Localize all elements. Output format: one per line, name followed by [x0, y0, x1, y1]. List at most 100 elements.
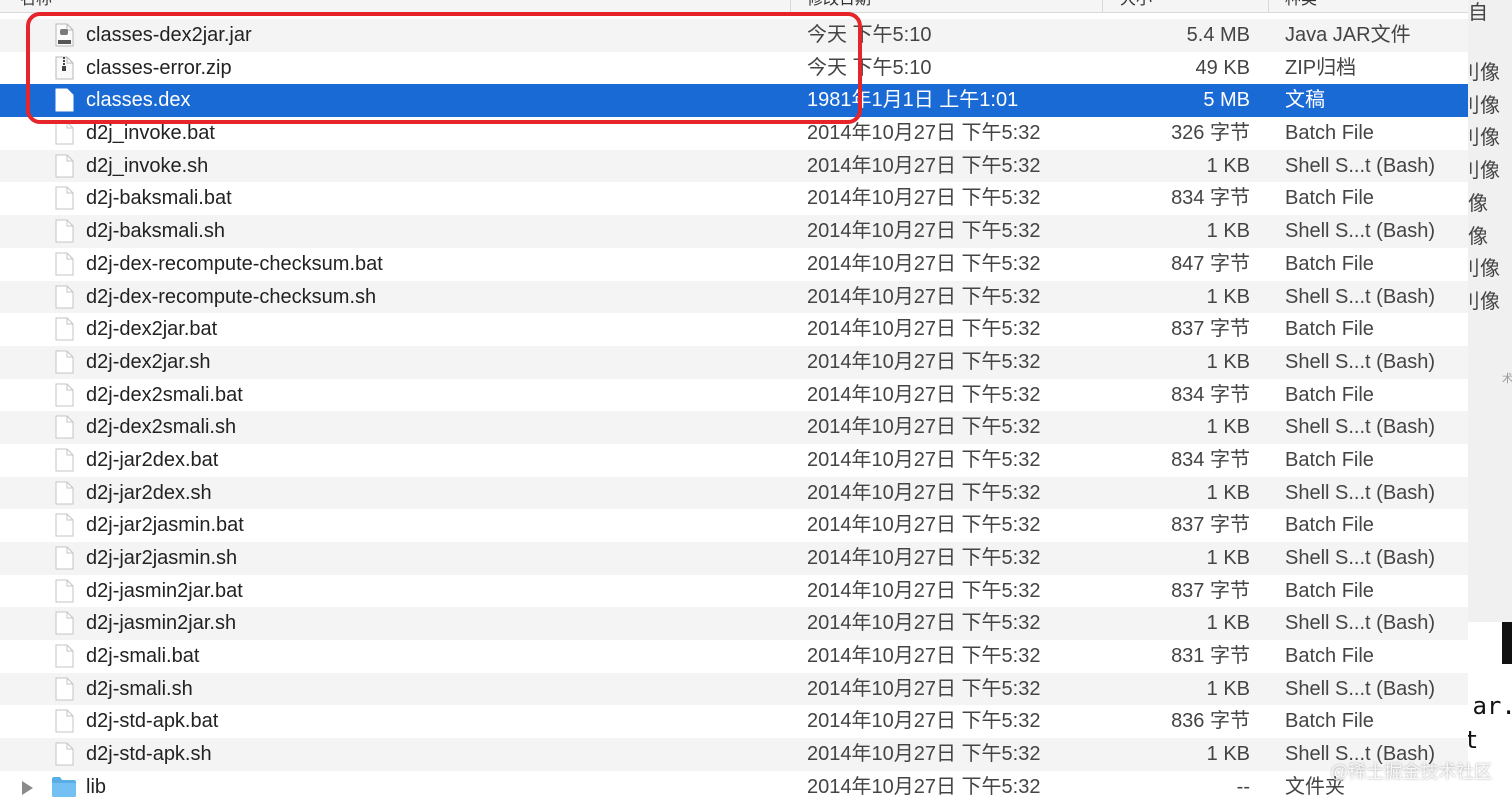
file-name: d2j_invoke.sh	[86, 154, 209, 177]
document-icon	[55, 350, 74, 374]
file-kind: Batch File	[1285, 710, 1374, 733]
file-size: 837 字节	[1171, 514, 1250, 537]
file-row[interactable]: d2j-dex2smali.bat 2014年10月27日 下午5:32 834 字…	[0, 378, 1468, 412]
file-date-modified: 2014年10月27日 下午5:32	[807, 547, 1041, 569]
file-row[interactable]: d2j_invoke.sh 2014年10月27日 下午5:32 1 KB Shell…	[0, 149, 1468, 183]
document-icon	[55, 383, 74, 407]
file-date-modified: 2014年10月27日 下午5:32	[807, 154, 1041, 177]
file-name: d2j-baksmali.sh	[86, 220, 225, 243]
file-row[interactable]: d2j-jar2jasmin.bat 2014年10月27日 下午5:32 837 …	[0, 509, 1468, 542]
file-date-modified: 2014年10月27日 下午5:32	[807, 187, 1041, 210]
file-name: classes-dex2jar.jar	[86, 24, 252, 46]
file-name: d2j_invoke.bat	[86, 122, 215, 145]
document-icon	[55, 154, 74, 178]
screen: 名称 修改日期 大小 种类 classes-dex2jar.jar 今天 下午5:…	[0, 0, 1512, 803]
file-size: 836 字节	[1171, 710, 1250, 733]
file-row[interactable]: d2j-smali.bat 2014年10月27日 下午5:32 831 字节 Bat…	[0, 640, 1468, 673]
document-icon	[55, 709, 74, 733]
file-row[interactable]: d2j-dex-recompute-checksum.sh 2014年10月27日…	[0, 280, 1468, 314]
file-row[interactable]: d2j-jasmin2jar.bat 2014年10月27日 下午5:32 837 …	[0, 574, 1468, 608]
file-kind: Shell S...t (Bash)	[1285, 350, 1436, 373]
file-name: d2j-jar2dex.sh	[86, 481, 212, 504]
file-date-modified: 2014年10月27日 下午5:32	[807, 285, 1041, 308]
file-kind: Batch File	[1285, 187, 1374, 210]
file-kind: 文稿	[1285, 89, 1325, 112]
file-size: 1 KB	[1206, 481, 1250, 504]
document-icon	[55, 513, 74, 537]
file-row[interactable]: d2j-baksmali.sh 2014年10月27日 下午5:32 1 KB She…	[0, 215, 1468, 248]
document-icon	[55, 481, 74, 505]
column-header-kind[interactable]: 种类	[1285, 0, 1455, 12]
file-name: d2j-jar2jasmin.sh	[86, 547, 238, 569]
disclosure-triangle-icon[interactable]	[22, 780, 33, 795]
file-row[interactable]: d2j-baksmali.bat 2014年10月27日 下午5:32 834 字节…	[0, 182, 1468, 216]
file-row[interactable]: d2j-std-apk.sh 2014年10月27日 下午5:32 1 KB Shel…	[0, 738, 1468, 771]
file-size: 49 KB	[1195, 56, 1250, 79]
file-name: d2j-dex2smali.bat	[86, 383, 243, 406]
file-name: d2j-jasmin2jar.bat	[86, 579, 243, 602]
file-name: d2j-baksmali.bat	[86, 187, 232, 210]
background-text: 像	[1468, 192, 1488, 215]
file-row[interactable]: d2j_invoke.bat 2014年10月27日 下午5:32 326 字节 Ba…	[0, 117, 1468, 150]
background-text: 刂像	[1468, 290, 1500, 313]
file-row[interactable]: d2j-jasmin2jar.sh 2014年10月27日 下午5:32 1 KB S…	[0, 607, 1468, 641]
terminal-text-line: jar.s	[1468, 692, 1512, 720]
file-row[interactable]: classes.dex 1981年1月1日 上午1:01 5 MB 文稿	[0, 84, 1468, 118]
column-header-size[interactable]: 大小	[1120, 0, 1260, 12]
file-row[interactable]: classes-error.zip 今天 下午5:10 49 KB ZIP归档	[0, 51, 1468, 85]
document-icon	[55, 579, 74, 603]
background-text: 刂像	[1468, 258, 1500, 281]
file-row[interactable]: d2j-jar2dex.sh 2014年10月27日 下午5:32 1 KB Shel…	[0, 476, 1468, 510]
terminal-titlebar	[1502, 622, 1512, 664]
file-size: 1 KB	[1206, 612, 1250, 635]
background-text: 自	[1468, 2, 1488, 24]
file-kind: Shell S...t (Bash)	[1285, 547, 1436, 569]
file-name: d2j-dex2smali.sh	[86, 416, 237, 439]
document-icon	[55, 611, 74, 635]
file-size: 1 KB	[1206, 154, 1250, 177]
file-kind: Batch File	[1285, 645, 1374, 668]
file-name: lib	[86, 775, 107, 798]
document-icon	[55, 415, 74, 439]
file-name: d2j-dex-recompute-checksum.bat	[86, 252, 383, 275]
file-kind: Shell S...t (Bash)	[1285, 285, 1436, 308]
column-header-date[interactable]: 修改日期	[807, 0, 1087, 12]
file-row[interactable]: d2j-dex2jar.bat 2014年10月27日 下午5:32 837 字节 B…	[0, 313, 1468, 346]
file-row[interactable]: d2j-dex-recompute-checksum.bat 2014年10月27…	[0, 247, 1468, 281]
file-size: --	[1236, 775, 1250, 798]
column-divider[interactable]	[1102, 0, 1103, 12]
file-row[interactable]: classes-dex2jar.jar 今天 下午5:10 5.4 MB Java J…	[0, 19, 1468, 52]
file-row[interactable]: d2j-smali.sh 2014年10月27日 下午5:32 1 KB Shell …	[0, 672, 1468, 706]
file-date-modified: 2014年10月27日 下午5:32	[807, 579, 1041, 602]
file-row[interactable]: d2j-dex2jar.sh 2014年10月27日 下午5:32 1 KB Shel…	[0, 345, 1468, 379]
file-kind: Shell S...t (Bash)	[1285, 677, 1436, 700]
file-date-modified: 2014年10月27日 下午5:32	[807, 677, 1041, 700]
file-row[interactable]: lib 2014年10月27日 下午5:32 -- 文件夹	[0, 770, 1468, 803]
file-row[interactable]: d2j-dex2smali.sh 2014年10月27日 下午5:32 1 KB Sh…	[0, 411, 1468, 444]
file-name: d2j-dex2jar.bat	[86, 318, 218, 341]
document-icon	[55, 644, 74, 668]
file-date-modified: 1981年1月1日 上午1:01	[807, 89, 1019, 112]
file-name: d2j-jar2jasmin.bat	[86, 514, 244, 537]
document-icon	[55, 285, 74, 309]
file-list: classes-dex2jar.jar 今天 下午5:10 5.4 MB Java J…	[0, 19, 1468, 803]
file-size: 837 字节	[1171, 579, 1250, 602]
file-date-modified: 今天 下午5:10	[807, 56, 932, 79]
document-icon	[55, 546, 74, 570]
file-size: 326 字节	[1171, 122, 1250, 145]
file-date-modified: 2014年10月27日 下午5:32	[807, 350, 1041, 373]
document-icon	[55, 88, 74, 112]
jar-file-icon	[55, 23, 74, 47]
file-kind: Batch File	[1285, 579, 1374, 602]
file-row[interactable]: d2j-std-apk.bat 2014年10月27日 下午5:32 836 字节 B…	[0, 705, 1468, 739]
column-divider[interactable]	[1268, 0, 1269, 12]
file-row[interactable]: d2j-jar2jasmin.sh 2014年10月27日 下午5:32 1 KB S…	[0, 542, 1468, 575]
column-header-name[interactable]: 名称	[20, 0, 780, 12]
file-kind: Shell S...t (Bash)	[1285, 481, 1436, 504]
file-size: 831 字节	[1171, 645, 1250, 668]
file-size: 847 字节	[1171, 252, 1250, 275]
document-icon	[55, 121, 74, 145]
document-icon	[55, 448, 74, 472]
column-divider[interactable]	[790, 0, 791, 12]
file-row[interactable]: d2j-jar2dex.bat 2014年10月27日 下午5:32 834 字节 B…	[0, 443, 1468, 477]
